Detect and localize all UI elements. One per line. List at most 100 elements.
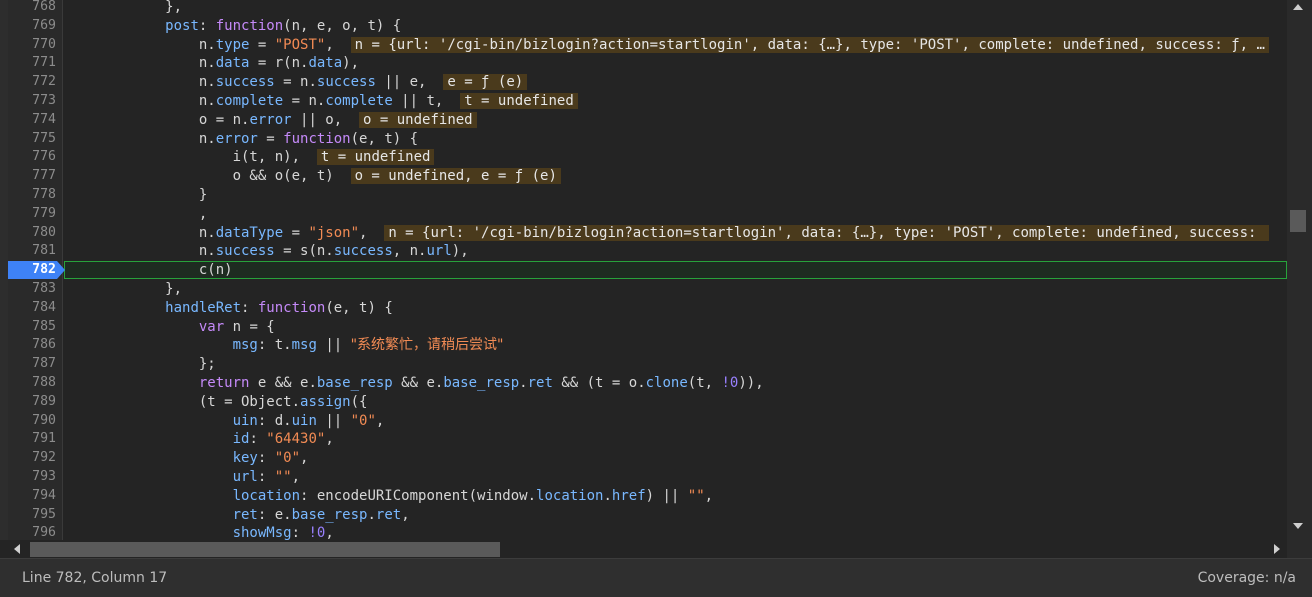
code-text[interactable]: var n = { bbox=[64, 318, 275, 337]
code-line[interactable]: 790 uin: d.uin || "0", bbox=[0, 412, 1287, 431]
vertical-scroll-thumb[interactable] bbox=[1290, 210, 1306, 232]
code-line[interactable]: 772 n.success = n.success || e, e = ƒ (e… bbox=[0, 73, 1287, 92]
code-text[interactable]: location: encodeURIComponent(window.loca… bbox=[64, 487, 714, 506]
horizontal-scroll-thumb[interactable] bbox=[30, 542, 500, 557]
line-number[interactable]: 794 bbox=[8, 487, 56, 506]
code-line[interactable]: 770 n.type = "POST", n = {url: '/cgi-bin… bbox=[0, 36, 1287, 55]
line-number[interactable]: 785 bbox=[8, 318, 56, 337]
line-number[interactable]: 796 bbox=[8, 524, 56, 540]
code-line[interactable]: 788 return e && e.base_resp && e.base_re… bbox=[0, 374, 1287, 393]
code-text[interactable]: n.type = "POST", n = {url: '/cgi-bin/biz… bbox=[64, 36, 1269, 55]
scroll-up-arrow-icon[interactable] bbox=[1293, 4, 1303, 10]
code-line[interactable]: 773 n.complete = n.complete || t, t = un… bbox=[0, 92, 1287, 111]
code-line[interactable]: 768 }, bbox=[0, 0, 1287, 17]
line-number[interactable]: 792 bbox=[8, 449, 56, 468]
code-text[interactable]: n.complete = n.complete || t, t = undefi… bbox=[64, 92, 578, 111]
line-number[interactable]: 795 bbox=[8, 506, 56, 525]
scroll-down-arrow-icon[interactable] bbox=[1293, 523, 1303, 529]
code-line[interactable]: 785 var n = { bbox=[0, 318, 1287, 337]
line-number[interactable]: 783 bbox=[8, 280, 56, 299]
scrollbar-corner bbox=[1287, 540, 1312, 558]
code-line[interactable]: 786 msg: t.msg || "系统繁忙，请稍后尝试" bbox=[0, 336, 1287, 355]
line-number[interactable]: 780 bbox=[8, 224, 56, 243]
code-line[interactable]: 795 ret: e.base_resp.ret, bbox=[0, 506, 1287, 525]
line-number[interactable]: 779 bbox=[8, 205, 56, 224]
line-number[interactable]: 773 bbox=[8, 92, 56, 111]
code-line[interactable]: 782 c(n) bbox=[0, 261, 1287, 280]
code-text[interactable]: n.dataType = "json", n = {url: '/cgi-bin… bbox=[64, 224, 1269, 243]
line-number[interactable]: 784 bbox=[8, 299, 56, 318]
code-line[interactable]: 792 key: "0", bbox=[0, 449, 1287, 468]
code-line[interactable]: 783 }, bbox=[0, 280, 1287, 299]
line-number[interactable]: 771 bbox=[8, 54, 56, 73]
line-number[interactable]: 770 bbox=[8, 36, 56, 55]
code-text[interactable]: msg: t.msg || "系统繁忙，请稍后尝试" bbox=[64, 336, 504, 355]
code-text[interactable]: post: function(n, e, o, t) { bbox=[64, 17, 401, 36]
code-text[interactable]: n.error = function(e, t) { bbox=[64, 130, 418, 149]
code-text[interactable]: }; bbox=[64, 355, 216, 374]
code-text[interactable]: }, bbox=[64, 280, 182, 299]
code-text[interactable]: i(t, n), t = undefined bbox=[64, 148, 435, 167]
line-number[interactable]: 778 bbox=[8, 186, 56, 205]
line-number[interactable]: 777 bbox=[8, 167, 56, 186]
code-line[interactable]: 791 id: "64430", bbox=[0, 430, 1287, 449]
code-line[interactable]: 779 , bbox=[0, 205, 1287, 224]
line-number[interactable]: 775 bbox=[8, 130, 56, 149]
vertical-scrollbar[interactable] bbox=[1287, 0, 1312, 540]
code-line[interactable]: 776 i(t, n), t = undefined bbox=[0, 148, 1287, 167]
code-line[interactable]: 796 showMsg: !0, bbox=[0, 524, 1287, 540]
scroll-right-arrow-icon[interactable] bbox=[1274, 544, 1280, 554]
breakpoint-marker[interactable]: 782 bbox=[8, 261, 65, 280]
code-line[interactable]: 794 location: encodeURIComponent(window.… bbox=[0, 487, 1287, 506]
code-text[interactable]: o && o(e, t) o = undefined, e = ƒ (e) bbox=[64, 167, 561, 186]
code-text[interactable]: c(n) bbox=[64, 261, 233, 280]
horizontal-scrollbar[interactable] bbox=[8, 540, 1287, 558]
code-text[interactable]: } bbox=[64, 186, 207, 205]
code-text[interactable]: showMsg: !0, bbox=[64, 524, 334, 540]
code-text[interactable]: n.success = n.success || e, e = ƒ (e) bbox=[64, 73, 528, 92]
cursor-position[interactable]: Line 782, Column 17 bbox=[22, 570, 167, 586]
code-text[interactable]: n.data = r(n.data), bbox=[64, 54, 359, 73]
code-line[interactable]: 793 url: "", bbox=[0, 468, 1287, 487]
line-number[interactable]: 781 bbox=[8, 242, 56, 261]
code-text[interactable]: id: "64430", bbox=[64, 430, 334, 449]
code-line[interactable]: 789 (t = Object.assign({ bbox=[0, 393, 1287, 412]
code-line[interactable]: 777 o && o(e, t) o = undefined, e = ƒ (e… bbox=[0, 167, 1287, 186]
line-number[interactable]: 782 bbox=[8, 261, 56, 279]
line-number[interactable]: 790 bbox=[8, 412, 56, 431]
code-line[interactable]: 769 post: function(n, e, o, t) { bbox=[0, 17, 1287, 36]
code-line[interactable]: 774 o = n.error || o, o = undefined bbox=[0, 111, 1287, 130]
code-text[interactable]: handleRet: function(e, t) { bbox=[64, 299, 393, 318]
code-line[interactable]: 778 } bbox=[0, 186, 1287, 205]
code-text[interactable]: key: "0", bbox=[64, 449, 309, 468]
code-text[interactable]: ret: e.base_resp.ret, bbox=[64, 506, 410, 525]
line-number[interactable]: 772 bbox=[8, 73, 56, 92]
code-text[interactable]: return e && e.base_resp && e.base_resp.r… bbox=[64, 374, 764, 393]
code-line[interactable]: 771 n.data = r(n.data), bbox=[0, 54, 1287, 73]
code-line[interactable]: 781 n.success = s(n.success, n.url), bbox=[0, 242, 1287, 261]
code-line[interactable]: 787 }; bbox=[0, 355, 1287, 374]
status-bar: Line 782, Column 17 Coverage: n/a bbox=[0, 558, 1312, 597]
code-text[interactable]: }, bbox=[64, 0, 182, 17]
line-number[interactable]: 774 bbox=[8, 111, 56, 130]
code-line[interactable]: 784 handleRet: function(e, t) { bbox=[0, 299, 1287, 318]
scroll-left-arrow-icon[interactable] bbox=[14, 544, 20, 554]
code-text[interactable]: uin: d.uin || "0", bbox=[64, 412, 385, 431]
code-text[interactable]: n.success = s(n.success, n.url), bbox=[64, 242, 469, 261]
line-number[interactable]: 793 bbox=[8, 468, 56, 487]
line-number[interactable]: 787 bbox=[8, 355, 56, 374]
line-number[interactable]: 768 bbox=[8, 0, 56, 17]
line-number[interactable]: 791 bbox=[8, 430, 56, 449]
code-editor[interactable]: 768 }, 769 post: function(n, e, o, t) {77… bbox=[0, 0, 1287, 540]
code-text[interactable]: o = n.error || o, o = undefined bbox=[64, 111, 477, 130]
code-text[interactable]: url: "", bbox=[64, 468, 300, 487]
line-number[interactable]: 788 bbox=[8, 374, 56, 393]
code-line[interactable]: 780 n.dataType = "json", n = {url: '/cgi… bbox=[0, 224, 1287, 243]
line-number[interactable]: 789 bbox=[8, 393, 56, 412]
line-number[interactable]: 776 bbox=[8, 148, 56, 167]
code-text[interactable]: , bbox=[64, 205, 207, 224]
code-text[interactable]: (t = Object.assign({ bbox=[64, 393, 368, 412]
code-line[interactable]: 775 n.error = function(e, t) { bbox=[0, 130, 1287, 149]
line-number[interactable]: 769 bbox=[8, 17, 56, 36]
line-number[interactable]: 786 bbox=[8, 336, 56, 355]
